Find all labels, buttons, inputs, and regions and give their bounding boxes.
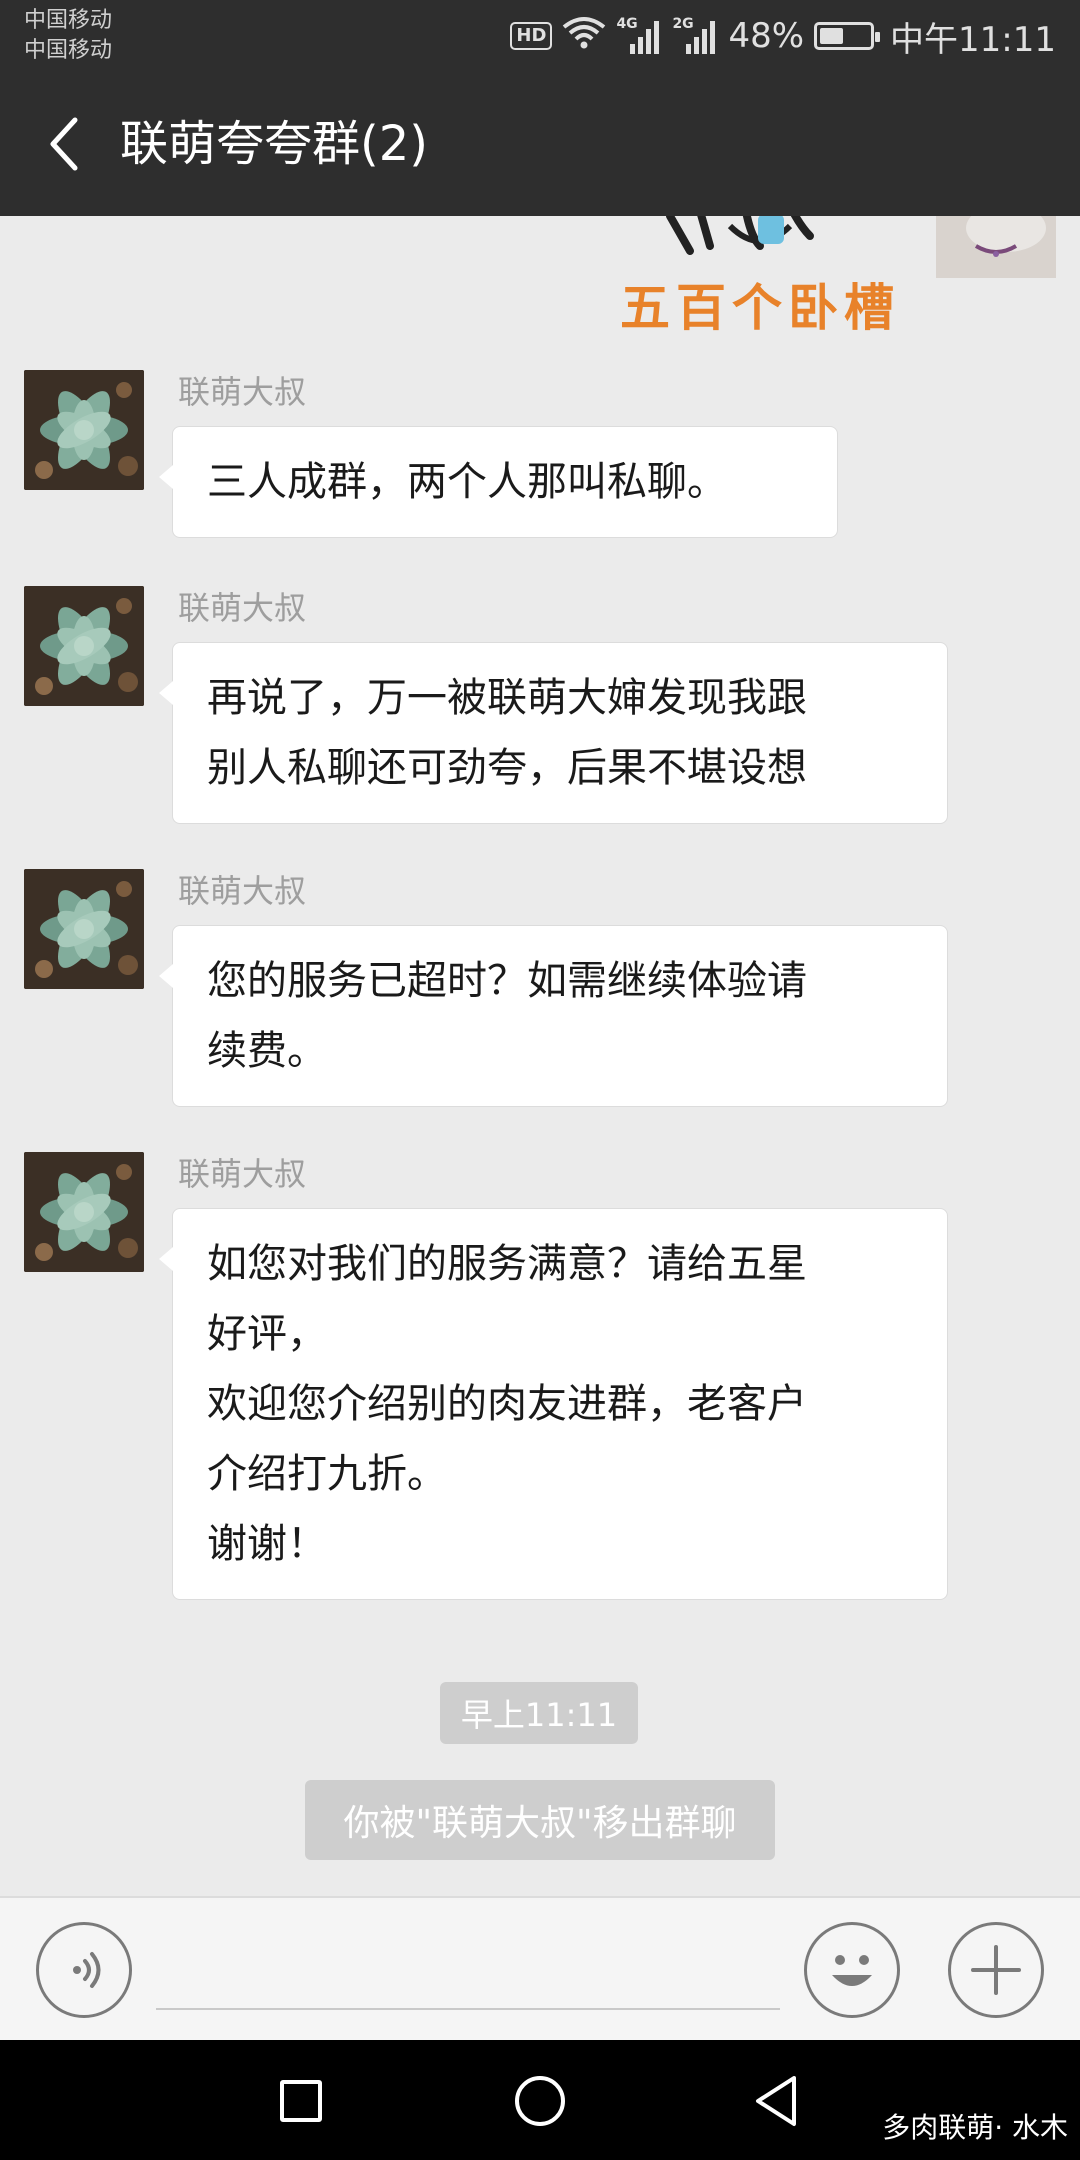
message-text: 介绍打九折。 xyxy=(207,1451,447,1497)
signal-4g-icon: 4G xyxy=(616,16,662,56)
sender-avatar[interactable] xyxy=(24,1152,144,1272)
message-text: 别人私聊还可劲夸，后果不堪设想 xyxy=(207,745,807,791)
message-list[interactable]: 五百个卧槽 联萌大叔 三人成群，两个人那叫私聊。 联萌大叔 再说了，万一被联萌大… xyxy=(0,216,1080,1896)
message-text: 谢谢！ xyxy=(207,1521,327,1567)
message-bubble[interactable]: 三人成群，两个人那叫私聊。 xyxy=(159,426,838,538)
plus-icon xyxy=(971,1945,1021,1995)
message-text: 好评， xyxy=(207,1311,327,1357)
back-triangle-icon[interactable] xyxy=(752,2074,800,2128)
message-input[interactable] xyxy=(156,1938,780,2010)
back-button[interactable] xyxy=(30,108,100,180)
battery-level xyxy=(820,28,844,44)
sender-name: 联萌大叔 xyxy=(178,1155,307,1193)
home-button[interactable] xyxy=(515,2076,565,2126)
status-icons: HD 4G 2G 48% 中午11:11 xyxy=(510,12,1056,60)
smiley-icon xyxy=(832,1955,872,1986)
chevron-left-icon xyxy=(50,117,78,171)
battery-percent: 48% xyxy=(728,16,805,56)
sender-name: 联萌大叔 xyxy=(178,589,307,627)
cat-avatar-image xyxy=(936,216,1056,278)
sender-avatar[interactable] xyxy=(24,370,144,490)
sticker-image[interactable]: 五百个卧槽 xyxy=(610,216,910,337)
self-avatar[interactable] xyxy=(936,216,1056,278)
message-bubble[interactable]: 您的服务已超时？如需继续体验请 续费。 xyxy=(159,925,948,1107)
succulent-avatar-image xyxy=(24,586,144,706)
succulent-avatar-image xyxy=(24,1152,144,1272)
timestamp-chip: 早上11:11 xyxy=(440,1682,638,1744)
watermark: 多肉联萌· 水木 xyxy=(882,2111,1068,2144)
sticker-figure-icon xyxy=(666,216,814,255)
message-text: 续费。 xyxy=(207,1028,327,1074)
clock: 中午11:11 xyxy=(890,19,1056,60)
message-text: 欢迎您介绍别的肉友进群，老客户 xyxy=(207,1381,807,1427)
input-bar xyxy=(0,1896,1080,2040)
sender-name: 联萌大叔 xyxy=(178,373,307,411)
succulent-avatar-image xyxy=(24,370,144,490)
voice-icon xyxy=(73,1952,101,1988)
message-text: 再说了，万一被联萌大婶发现我跟 xyxy=(207,675,807,721)
recents-button[interactable] xyxy=(280,2080,322,2122)
sender-name: 联萌大叔 xyxy=(178,872,307,910)
app-root: 中国移动 中国移动 HD 4G 2G 48% 中午11:11 联萌夸夸群(2) … xyxy=(0,0,1080,2160)
sticker-caption: 五百个卧槽 xyxy=(620,279,900,337)
system-nav-bar: 多肉联萌· 水木 xyxy=(0,2040,1080,2160)
more-button[interactable] xyxy=(948,1922,1044,2018)
sender-avatar[interactable] xyxy=(24,586,144,706)
hd-icon: HD xyxy=(510,22,553,50)
chat-title: 联萌夸夸群(2) xyxy=(120,116,428,172)
carrier-names: 中国移动 中国移动 xyxy=(24,6,112,66)
chat-header: 联萌夸夸群(2) xyxy=(0,72,1080,216)
status-bar: 中国移动 中国移动 HD 4G 2G 48% 中午11:11 xyxy=(0,0,1080,72)
message-bubble[interactable]: 如您对我们的服务满意？请给五星 好评， 欢迎您介绍别的肉友进群，老客户 介绍打九… xyxy=(159,1208,948,1600)
carrier-1: 中国移动 xyxy=(24,8,113,33)
signal-2g-icon: 2G xyxy=(672,16,718,56)
sender-avatar[interactable] xyxy=(24,869,144,989)
carrier-2: 中国移动 xyxy=(24,38,113,63)
battery-icon xyxy=(814,22,881,50)
message-text: 三人成群，两个人那叫私聊。 xyxy=(207,459,727,505)
wifi-icon xyxy=(562,15,606,58)
voice-button[interactable] xyxy=(36,1922,132,2018)
message-text: 您的服务已超时？如需继续体验请 xyxy=(207,958,807,1004)
message-text: 如您对我们的服务满意？请给五星 xyxy=(207,1241,807,1287)
message-bubble[interactable]: 再说了，万一被联萌大婶发现我跟 别人私聊还可劲夸，后果不堪设想 xyxy=(159,642,948,824)
emoji-button[interactable] xyxy=(804,1922,900,2018)
succulent-avatar-image xyxy=(24,869,144,989)
system-notice: 你被"联萌大叔"移出群聊 xyxy=(305,1780,775,1860)
